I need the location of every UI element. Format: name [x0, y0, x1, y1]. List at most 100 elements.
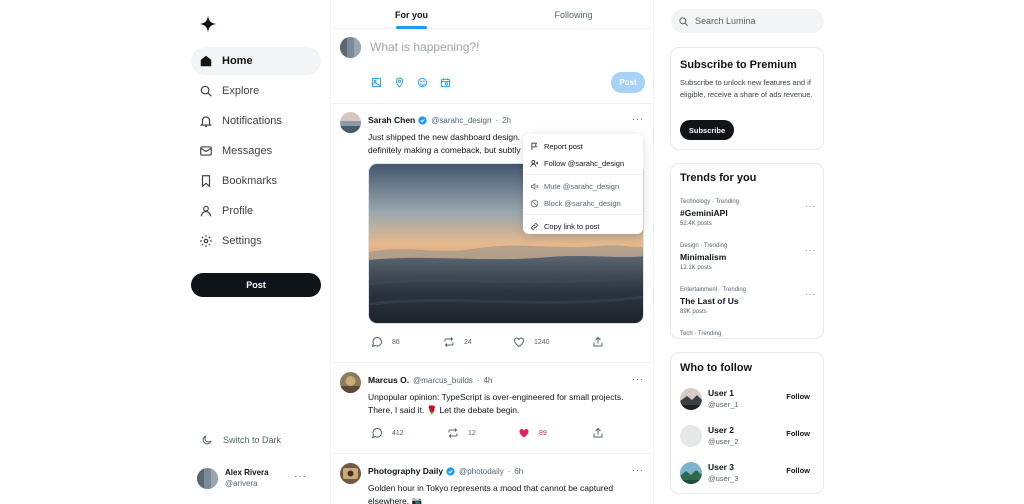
- link-icon: [530, 222, 539, 231]
- feed-tabs: For you Following: [331, 0, 653, 29]
- reply-icon: [371, 336, 383, 348]
- more-options-icon[interactable]: ···: [805, 290, 816, 299]
- menu-item-report[interactable]: Report post: [523, 138, 643, 155]
- search-bar[interactable]: [671, 9, 824, 33]
- compose-post-button[interactable]: Post: [611, 72, 645, 93]
- post-composer: Post: [331, 29, 653, 104]
- sidebar-item-settings[interactable]: Settings: [191, 227, 321, 255]
- menu-item-follow[interactable]: Follow @sarahc_design: [523, 155, 643, 172]
- follow-suggestion[interactable]: User 3 @user_3 Follow: [680, 460, 816, 486]
- trend-item[interactable]: Technology · Trending #GeminiAPI 52.4K p…: [680, 198, 816, 238]
- avatar: [680, 462, 702, 484]
- post-author[interactable]: Marcus O.: [368, 375, 409, 385]
- reply-button[interactable]: 86: [371, 336, 400, 348]
- post-actions: 412 12 89: [371, 427, 603, 441]
- share-button[interactable]: [592, 336, 613, 348]
- location-icon[interactable]: [394, 77, 405, 88]
- post-time: 6h: [514, 466, 524, 476]
- account-switcher[interactable]: Alex Rivera @arivera ···: [197, 466, 321, 490]
- like-button[interactable]: 89: [518, 427, 547, 439]
- sparkle-icon[interactable]: [199, 15, 217, 33]
- more-options-icon[interactable]: ···: [632, 465, 644, 475]
- sidebar-item-explore[interactable]: Explore: [191, 77, 321, 105]
- verified-badge-icon: [446, 466, 455, 476]
- reply-button[interactable]: 412: [371, 427, 404, 439]
- follow-button[interactable]: Follow: [786, 392, 810, 401]
- trend-category: Design · Trending: [680, 243, 728, 249]
- trend-item[interactable]: Design · Trending Minimalism 12.1K posts…: [680, 242, 816, 282]
- repost-button[interactable]: 24: [443, 336, 472, 348]
- post[interactable]: Marcus O. @marcus_builds · 4h ··· Unpopu…: [331, 363, 653, 454]
- avatar: [340, 372, 361, 393]
- post-time: 4h: [483, 375, 493, 385]
- schedule-icon[interactable]: [440, 77, 451, 88]
- who-to-follow-title: Who to follow: [680, 362, 753, 374]
- more-options-icon[interactable]: ···: [805, 246, 816, 255]
- menu-item-copy-link[interactable]: Copy link to post: [523, 218, 643, 235]
- emoji-icon[interactable]: [417, 77, 428, 88]
- sidebar-item-label: Home: [222, 55, 253, 67]
- post-author[interactable]: Sarah Chen: [368, 115, 415, 125]
- trend-post-count: 89K posts: [680, 309, 707, 315]
- compose-input[interactable]: [370, 38, 640, 56]
- menu-item-label: Mute @sarahc_design: [544, 182, 620, 191]
- sidebar-item-profile[interactable]: Profile: [191, 197, 321, 225]
- like-button[interactable]: 1240: [513, 336, 550, 348]
- trends-card: Trends for you Technology · Trending #Ge…: [670, 163, 824, 339]
- post-header: Marcus O. @marcus_builds · 4h: [368, 375, 492, 385]
- sidebar-item-messages[interactable]: Messages: [191, 137, 321, 165]
- avatar: [340, 463, 361, 484]
- post-author[interactable]: Photography Daily: [368, 466, 443, 476]
- follow-button[interactable]: Follow: [786, 429, 810, 438]
- menu-item-label: Follow @sarahc_design: [544, 159, 625, 168]
- search-input[interactable]: [695, 16, 815, 26]
- sidebar-item-home[interactable]: Home: [191, 47, 321, 75]
- suggestion-name: User 3: [708, 462, 734, 472]
- menu-item-mute[interactable]: Mute @sarahc_design: [523, 178, 643, 195]
- block-icon: [530, 199, 539, 208]
- trend-item[interactable]: Tech · Trending: [680, 330, 816, 338]
- repost-icon: [443, 336, 455, 348]
- follow-suggestion[interactable]: User 1 @user_1 Follow: [680, 386, 816, 412]
- mail-icon: [199, 144, 213, 158]
- suggestion-name: User 2: [708, 425, 734, 435]
- post-handle: @sarahc_design: [431, 115, 492, 125]
- post-button[interactable]: Post: [191, 273, 321, 297]
- post-header: Photography Daily @photodaily · 6h: [368, 466, 523, 476]
- like-count: 89: [539, 429, 547, 437]
- tab-for-you[interactable]: For you: [331, 0, 492, 29]
- left-sidebar: Home Explore Notifications Messages Book…: [191, 0, 330, 504]
- repost-count: 24: [464, 338, 472, 346]
- post-text: Unpopular opinion: TypeScript is over-en…: [368, 392, 624, 415]
- trend-topic: The Last of Us: [680, 296, 739, 306]
- more-options-icon[interactable]: ···: [632, 374, 644, 384]
- trend-category: Technology · Trending: [680, 199, 740, 205]
- separator-dot: ·: [507, 466, 511, 476]
- bell-icon: [199, 114, 213, 128]
- follow-button[interactable]: Follow: [786, 466, 810, 475]
- subscribe-button[interactable]: Subscribe: [680, 120, 734, 140]
- menu-item-label: Copy link to post: [544, 222, 600, 231]
- more-options-icon[interactable]: ···: [632, 114, 644, 124]
- post[interactable]: Photography Daily @photodaily · 6h ··· G…: [331, 454, 653, 504]
- share-button[interactable]: [592, 427, 613, 439]
- image-icon[interactable]: [371, 77, 382, 88]
- avatar: [340, 112, 361, 133]
- sidebar-item-bookmarks[interactable]: Bookmarks: [191, 167, 321, 195]
- repost-button[interactable]: 12: [447, 427, 476, 439]
- menu-divider: [523, 174, 643, 175]
- sidebar-item-notifications[interactable]: Notifications: [191, 107, 321, 135]
- menu-item-block[interactable]: Block @sarahc_design: [523, 195, 643, 212]
- premium-card: Subscribe to Premium Subscribe to unlock…: [670, 47, 824, 150]
- more-options-icon[interactable]: ···: [805, 202, 816, 211]
- sidebar-item-label: Messages: [222, 145, 273, 157]
- switch-theme-button[interactable]: Switch to Dark: [201, 434, 281, 446]
- tab-following[interactable]: Following: [493, 0, 653, 29]
- who-to-follow-card: Who to follow User 1 @user_1 Follow User…: [670, 352, 824, 494]
- suggestion-handle: @user_1: [708, 400, 739, 409]
- reply-count: 412: [392, 429, 404, 437]
- account-handle: @arivera: [225, 479, 258, 488]
- trend-item[interactable]: Entertainment · Trending The Last of Us …: [680, 286, 816, 326]
- follow-suggestion[interactable]: User 2 @user_2 Follow: [680, 423, 816, 449]
- trends-title: Trends for you: [680, 172, 757, 184]
